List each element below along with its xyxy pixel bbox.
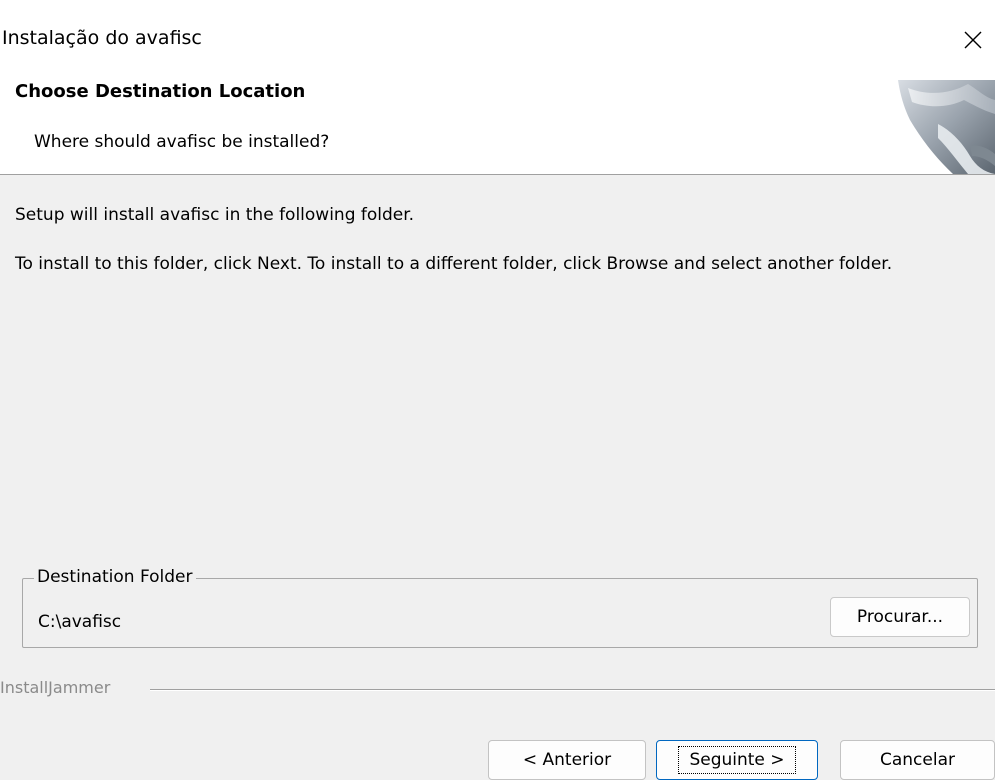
- brand-divider: [150, 689, 995, 691]
- destination-folder-group: Destination Folder C:\avafisc Procurar..…: [22, 567, 978, 648]
- destination-folder-label: Destination Folder: [34, 567, 196, 587]
- installer-logo-icon: [898, 80, 995, 174]
- page-title: Choose Destination Location: [15, 81, 306, 102]
- installjammer-brand: InstallJammer: [0, 678, 119, 697]
- wizard-header: Choose Destination Location Where should…: [0, 80, 995, 175]
- back-button[interactable]: < Anterior: [488, 740, 646, 780]
- page-subtitle: Where should avafisc be installed?: [34, 132, 330, 152]
- install-instructions-text: To install to this folder, click Next. T…: [15, 254, 893, 274]
- cancel-button[interactable]: Cancelar: [840, 740, 995, 780]
- install-info-text: Setup will install avafisc in the follow…: [15, 205, 415, 225]
- next-button[interactable]: Seguinte >: [656, 740, 818, 780]
- title-bar: Instalação do avafisc: [0, 0, 995, 80]
- browse-button[interactable]: Procurar...: [830, 597, 970, 637]
- next-button-label: Seguinte >: [678, 746, 796, 774]
- close-icon: [964, 31, 982, 49]
- destination-path: C:\avafisc: [38, 612, 122, 632]
- window-title: Instalação do avafisc: [2, 27, 202, 49]
